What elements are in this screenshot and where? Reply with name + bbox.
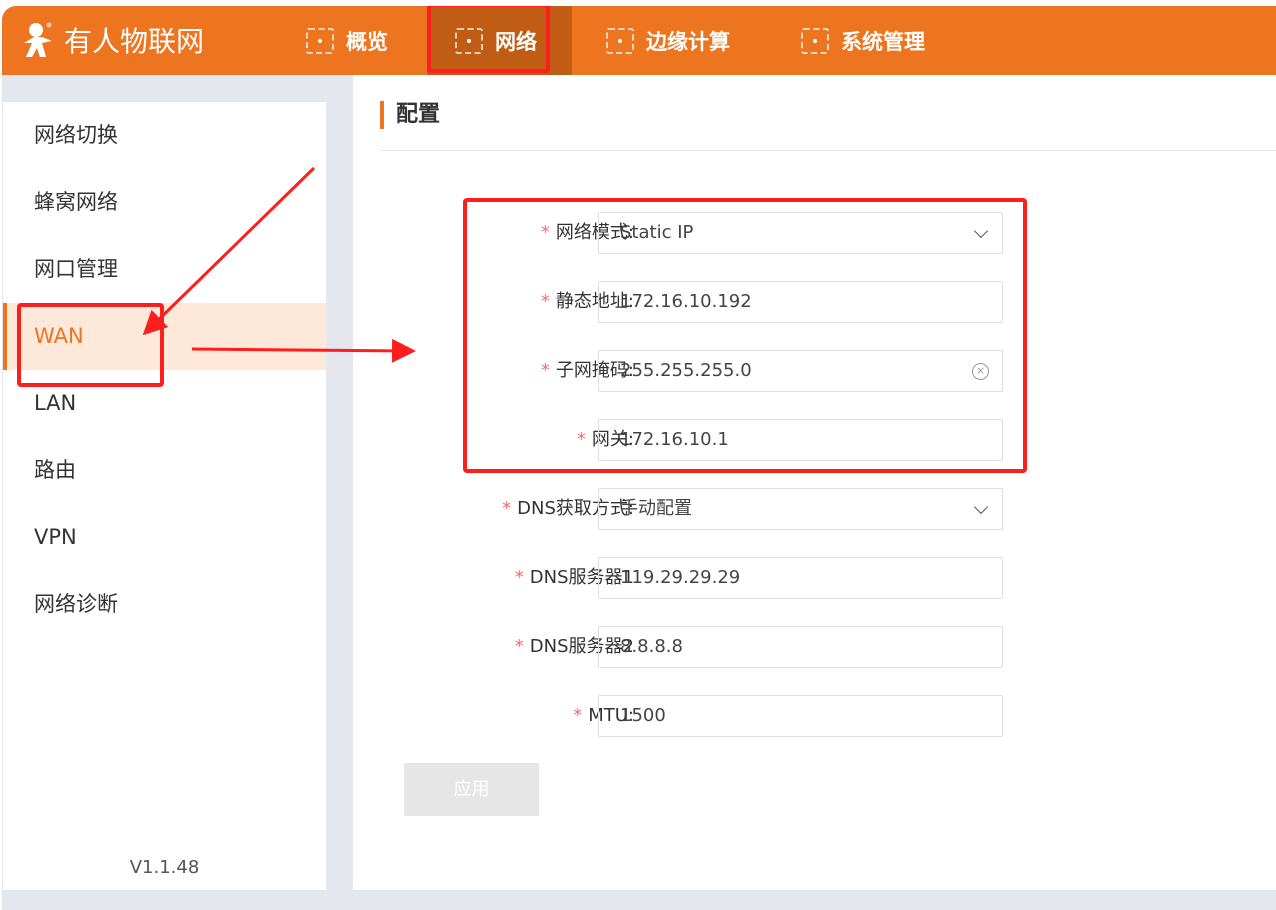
- sidebar-item-routing[interactable]: 路由: [3, 437, 326, 504]
- field-value: 1500: [620, 705, 666, 726]
- app-window: 有人物联网 概览 网络 边缘计算 系统管理 网络切换 蜂窝网络 网口管理 WAN…: [2, 6, 1276, 910]
- required-mark: *: [514, 636, 524, 657]
- text-input[interactable]: 119.29.29.29: [598, 557, 1003, 599]
- brand-name: 有人物联网: [64, 25, 205, 58]
- sidebar-item-vpn[interactable]: VPN: [3, 504, 326, 571]
- sidebar-item-port-management[interactable]: 网口管理: [3, 236, 326, 303]
- nav-system-management[interactable]: 系统管理: [773, 6, 953, 75]
- nav-label: 边缘计算: [646, 29, 730, 54]
- divider: [380, 150, 1276, 151]
- field-value: 8.8.8.8: [620, 636, 683, 657]
- person-logo-icon: [24, 22, 52, 57]
- required-mark: *: [514, 567, 524, 588]
- sidebar: 网络切换 蜂窝网络 网口管理 WAN LAN 路由 VPN 网络诊断 V1.1.…: [3, 102, 326, 890]
- annotation-box-form: [463, 198, 1027, 473]
- nav-label: 系统管理: [841, 29, 925, 54]
- focus-icon: [606, 27, 634, 54]
- field-value: 119.29.29.29: [620, 567, 741, 588]
- form-row: * DNS获取方式: 手动配置: [353, 488, 1053, 530]
- sidebar-item-diagnostics[interactable]: 网络诊断: [3, 571, 326, 638]
- form-row: * DNS服务器2 8.8.8.8: [353, 626, 1053, 668]
- text-input[interactable]: 8.8.8.8: [598, 626, 1003, 668]
- select-field[interactable]: 手动配置: [598, 488, 1003, 530]
- annotation-box-nav: [427, 6, 550, 73]
- nav-edge-computing[interactable]: 边缘计算: [578, 6, 758, 75]
- focus-icon: [306, 27, 334, 54]
- focus-icon: [801, 27, 829, 54]
- nav-overview[interactable]: 概览: [278, 6, 416, 75]
- form-row: * DNS服务器1 119.29.29.29: [353, 557, 1053, 599]
- annotation-box-wan: [17, 303, 164, 387]
- top-header: 有人物联网 概览 网络 边缘计算 系统管理: [2, 6, 1276, 75]
- section-title: 配置: [380, 101, 440, 129]
- sidebar-item-cellular[interactable]: 蜂窝网络: [3, 169, 326, 236]
- nav-label: 概览: [346, 29, 388, 54]
- form-row: * MTU: 1500: [353, 695, 1053, 737]
- version-label: V1.1.48: [129, 857, 200, 878]
- required-mark: *: [502, 498, 512, 519]
- chevron-down-icon[interactable]: [973, 499, 989, 515]
- apply-button[interactable]: 应用: [404, 763, 539, 816]
- text-input[interactable]: 1500: [598, 695, 1003, 737]
- field-value: 手动配置: [620, 498, 692, 519]
- brand-logo[interactable]: 有人物联网: [20, 20, 204, 60]
- required-mark: *: [573, 705, 583, 726]
- sidebar-item-network-switch[interactable]: 网络切换: [3, 102, 326, 169]
